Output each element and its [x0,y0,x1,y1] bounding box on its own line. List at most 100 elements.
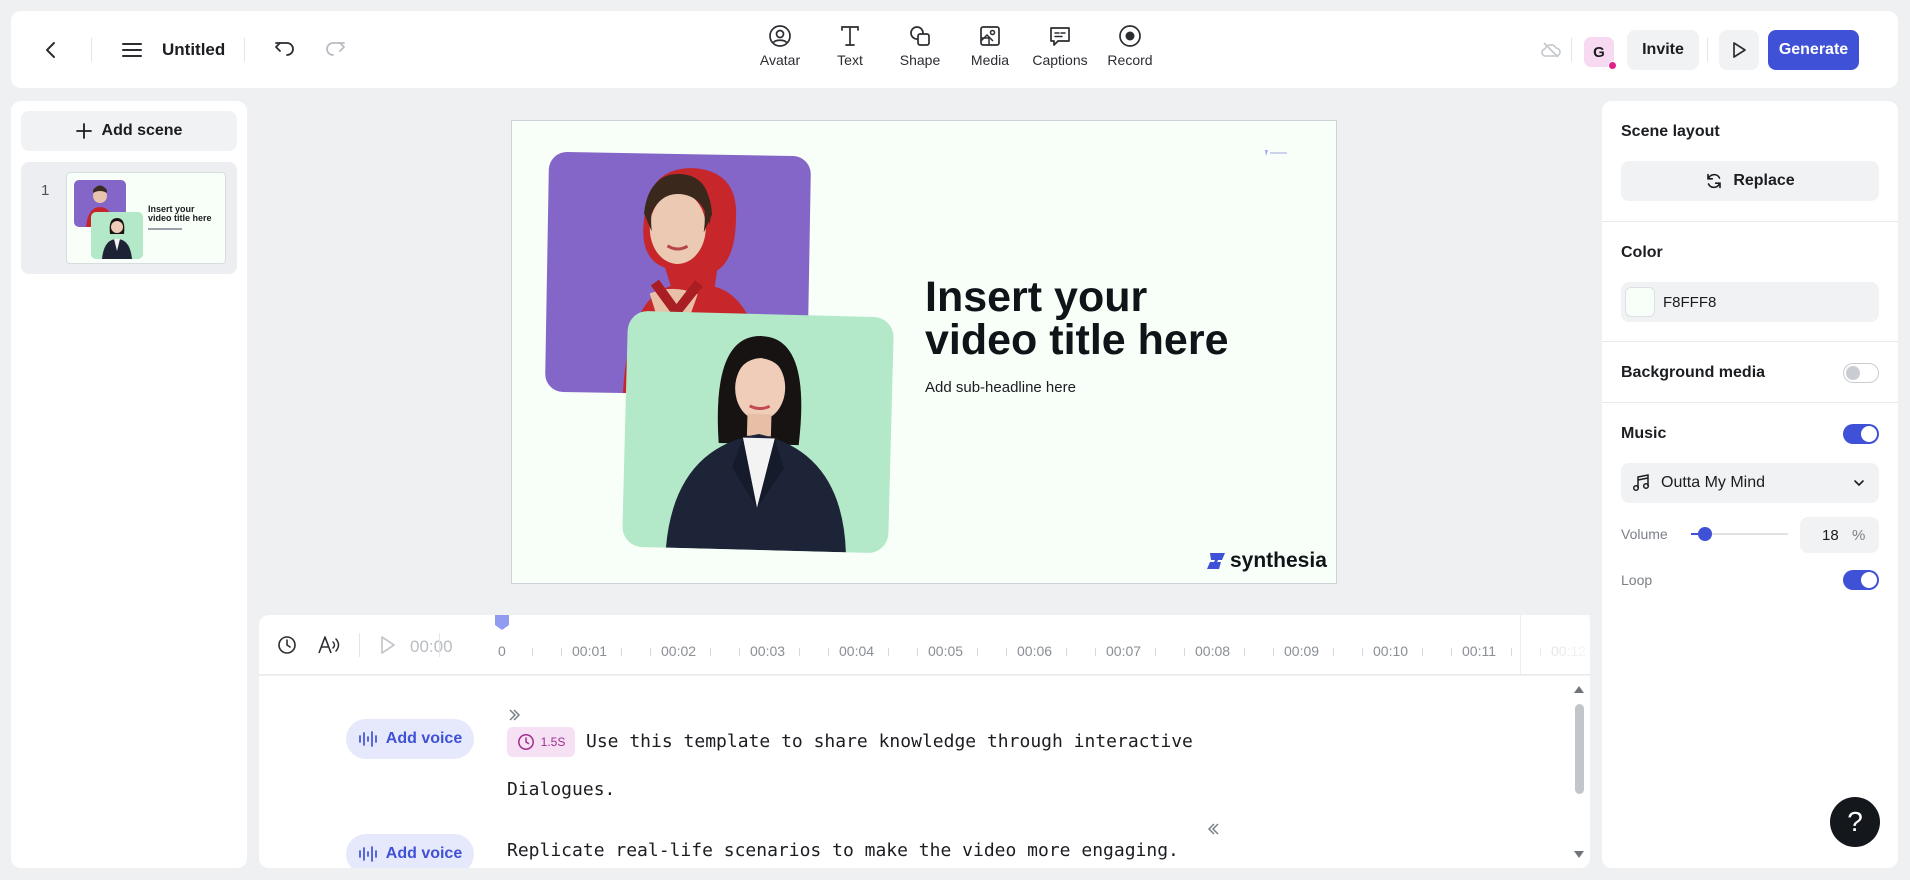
play-icon [381,636,395,654]
voice-letter-icon [318,636,340,654]
timeline-tick-label: 00:08 [1195,643,1231,659]
scroll-down-icon[interactable] [1573,850,1585,860]
timeline-tick-label: 00:01 [572,643,608,659]
video-subheadline[interactable]: Add sub-headline here [925,379,1076,396]
video-title-line-1: Insert your [925,273,1148,321]
undo-button[interactable] [265,29,305,69]
timeline-tick-mark [887,648,889,656]
divider [1602,341,1898,342]
color-swatch[interactable] [1625,287,1655,317]
tool-shape[interactable]: Shape [885,24,955,76]
add-scene-button[interactable]: Add scene [21,111,237,151]
timeline-tick-label: 00:09 [1284,643,1320,659]
volume-input[interactable]: 18 % [1800,517,1879,553]
back-button[interactable] [31,30,71,70]
tool-avatar[interactable]: Avatar [745,24,815,76]
tool-media[interactable]: Media [955,24,1025,76]
divider [359,633,360,657]
scene-card[interactable]: 1 Insert your video title here [21,162,237,274]
timeline-tick-mark [620,648,622,656]
video-title-line-2: video title here [925,316,1229,364]
script-line-1[interactable]: Use this template to share knowledge thr… [586,731,1193,752]
avatar-card-2[interactable] [621,310,895,554]
synthesia-logo-icon [1207,553,1225,569]
help-button[interactable]: ? [1830,797,1880,847]
timeline-tick-mark [976,648,978,656]
timeline-tick-mark [650,648,652,656]
replace-layout-button[interactable]: Replace [1621,161,1879,201]
music-track-name: Outta My Mind [1661,474,1766,491]
plus-icon [75,123,92,139]
timeline-tick-mark [1243,648,1245,656]
record-icon [1119,25,1141,47]
marker-close-icon[interactable] [1206,822,1220,836]
tool-record[interactable]: Record [1095,24,1165,76]
add-voice-label: Add voice [385,845,463,862]
shape-icon [910,26,930,46]
scrollbar-thumb[interactable] [1575,704,1584,794]
music-toggle[interactable] [1843,424,1879,444]
loop-toggle[interactable] [1843,570,1879,590]
clock-icon [517,734,534,750]
loop-label: Loop [1621,572,1653,588]
divider [1602,221,1898,222]
cloud-sync-icon [1540,40,1562,60]
tool-captions[interactable]: Captions [1025,24,1095,76]
volume-slider-handle[interactable] [1698,527,1712,541]
script-line-3[interactable]: Replicate real-life scenarios to make th… [507,840,1179,861]
scroll-up-icon[interactable] [1573,684,1585,694]
background-media-toggle[interactable] [1843,363,1879,383]
menu-button[interactable] [112,30,152,70]
chevron-left-icon [46,42,55,58]
script-line-2[interactable]: Dialogues. [507,779,615,800]
thumb-subtitle-line [148,228,182,230]
add-voice-button[interactable]: Add voice [346,834,474,868]
pause-chip[interactable]: 1.5S [507,727,575,757]
properties-panel: Scene layout Replace Color F8FFF8 Backgr… [1602,101,1898,868]
current-time: 00:00 [410,637,453,656]
thumb-title: Insert your video title here [148,204,212,223]
timeline-tick-mark [1362,648,1364,656]
timeline-tick-mark [739,648,741,656]
timeline-fade [1520,615,1590,674]
voice-settings-button[interactable] [317,635,341,655]
timeline-tick-mark [1332,648,1334,656]
redo-button[interactable] [315,29,355,69]
tool-label: Media [970,52,1010,68]
color-label: Color [1621,244,1663,261]
timeline-play-button[interactable] [379,635,397,655]
tool-text[interactable]: Text [815,24,885,76]
volume-label: Volume [1621,526,1668,542]
logo-placeholder-icon [1265,150,1287,156]
presence-dot [1608,61,1617,70]
playhead-handle[interactable] [494,615,510,631]
timeline-tick-label: 00:11 [1462,643,1496,659]
scene-canvas[interactable]: Insert your video title here Add sub-hea… [511,120,1337,584]
timeline-tick-mark [828,648,830,656]
add-voice-label: Add voice [385,730,463,747]
avatar-figure-woman-blazer [665,336,846,553]
tool-label: Record [1107,52,1153,68]
undo-icon [275,42,294,56]
replace-label: Replace [1733,172,1795,189]
invite-button[interactable]: Invite [1627,30,1699,70]
toggle-knob [1861,572,1877,588]
synthesia-logo: synthesia [1205,549,1327,573]
generate-button[interactable]: Generate [1768,30,1859,70]
add-scene-label: Add scene [101,122,183,139]
music-track-select[interactable]: Outta My Mind [1621,463,1879,503]
add-voice-button[interactable]: Add voice [346,719,474,759]
user-avatar[interactable]: G [1584,37,1617,70]
preview-button[interactable] [1719,30,1759,70]
timeline-tick-mark [709,648,711,656]
chevron-down-icon [1854,480,1864,487]
volume-slider-track[interactable] [1691,527,1788,541]
marker-open-icon[interactable] [508,708,522,722]
hamburger-icon [122,43,142,57]
color-field[interactable]: F8FFF8 [1621,282,1879,322]
video-title[interactable]: Insert your video title here [925,276,1228,362]
timeline-tick-mark [561,648,563,656]
duration-button[interactable] [277,635,297,655]
scene-number: 1 [41,182,50,199]
project-title[interactable]: Untitled [162,40,225,60]
